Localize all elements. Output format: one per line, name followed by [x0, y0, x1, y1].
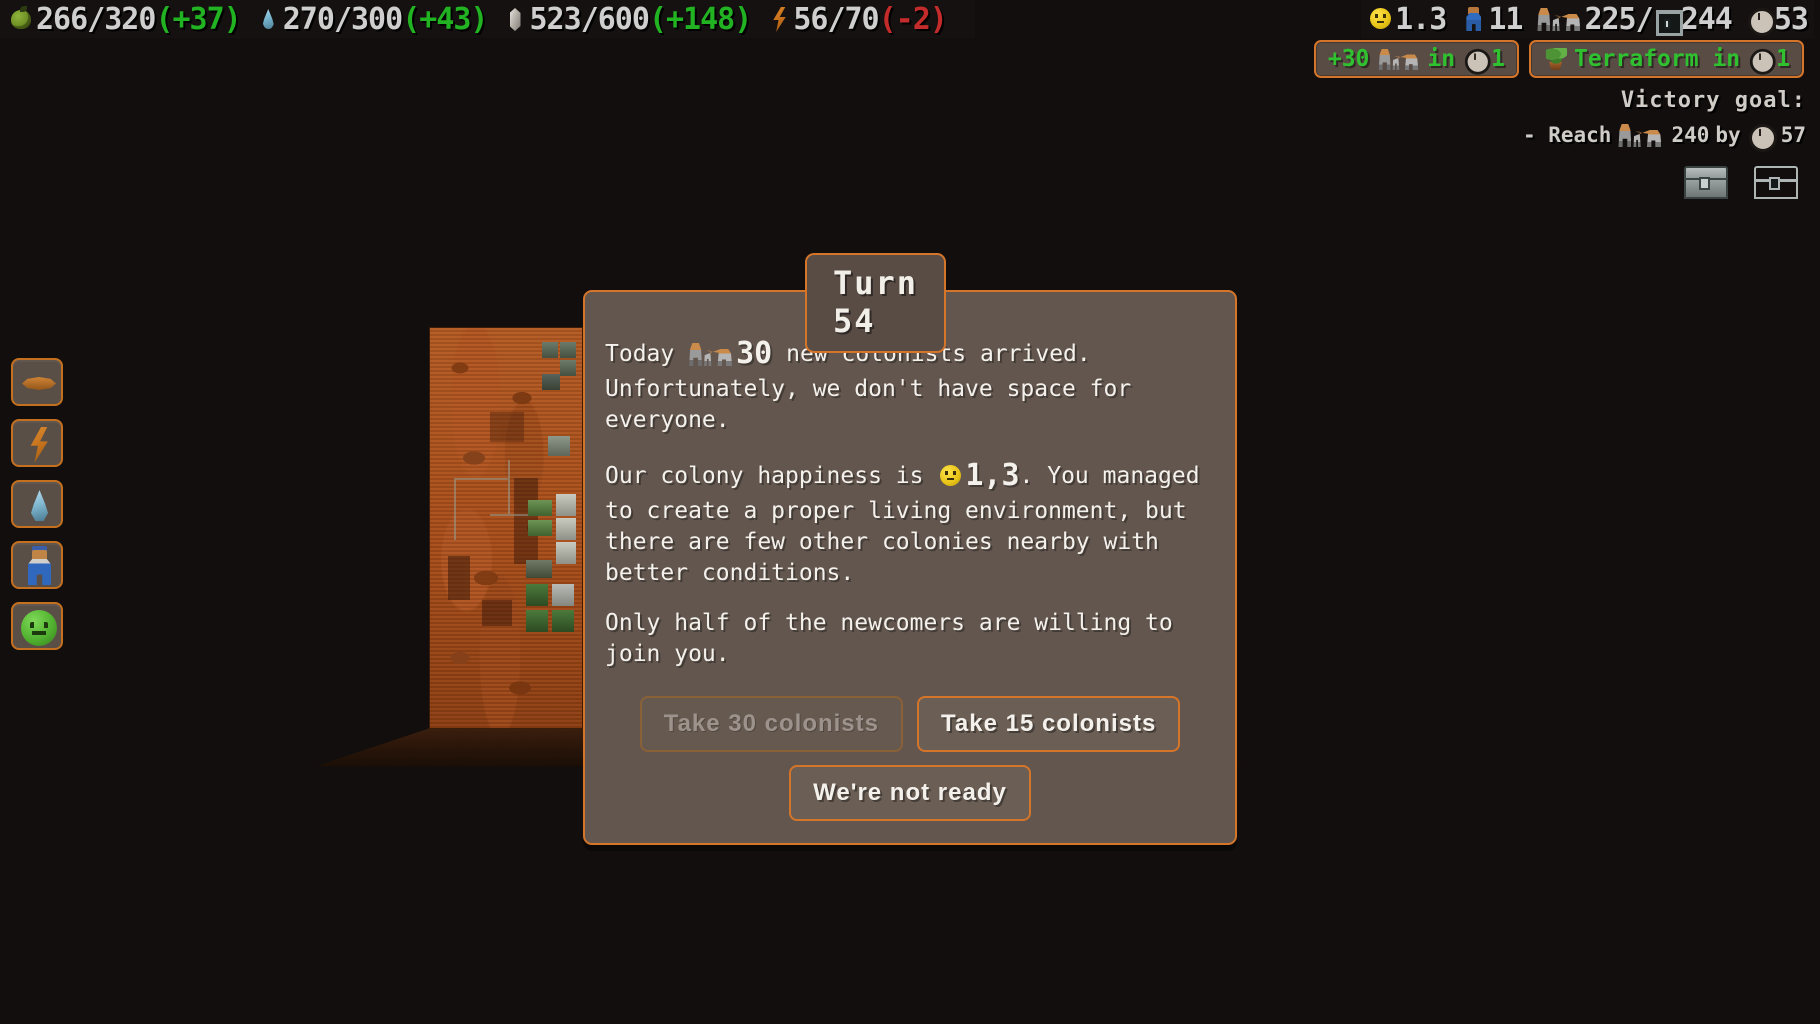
resource-food[interactable]: 266 / 320 (+37): [8, 1, 242, 37]
energy-icon: [13, 421, 61, 465]
dialog-primary-button-row: Take 30 colonists Take 15 colonists: [605, 696, 1215, 753]
clock-icon: [1748, 46, 1776, 75]
badge-terraform-label: Terraform in: [1573, 46, 1741, 72]
sidebar-item-ore[interactable]: [11, 358, 63, 406]
map-building-layer: [430, 328, 582, 728]
event-badge-row: +30 in 1 Terraform in 1: [1313, 40, 1804, 78]
dialog-paragraph-offer: Only half of the newcomers are willing t…: [605, 610, 1173, 668]
stat-turn[interactable]: 53: [1746, 1, 1809, 37]
water-max: 300: [351, 1, 403, 37]
badge-growth-middle: in: [1427, 46, 1456, 72]
storage-empty-icon[interactable]: [1752, 162, 1798, 199]
housing-icon: [1653, 5, 1683, 36]
take-15-colonists-button[interactable]: Take 15 colonists: [917, 696, 1181, 753]
food-current: 266: [36, 1, 88, 37]
badge-growth-turns: 1: [1491, 46, 1505, 72]
stat-happiness[interactable]: 1.3: [1367, 1, 1447, 37]
victory-goal-turn: 57: [1780, 123, 1806, 147]
victory-goal-line: - Reach 240 by 57: [1522, 121, 1806, 152]
turn-value: 53: [1773, 1, 1809, 37]
victory-goal-title: Victory goal:: [1620, 88, 1806, 113]
happiness-text-a: Our colony happiness is: [605, 462, 924, 489]
dialog-secondary-button-row: We're not ready: [605, 765, 1215, 822]
arrivals-text-b: new colonists arrived. Unfortunately, we…: [605, 341, 1132, 433]
not-ready-button[interactable]: We're not ready: [789, 765, 1031, 822]
resource-metal[interactable]: 523 / 600 (+148): [502, 1, 753, 37]
food-delta: (+37): [155, 1, 241, 37]
energy-separator: /: [827, 1, 845, 37]
population-icon: [1536, 5, 1582, 33]
colony-stats-bar: 1.3 11 225 / 244 53: [1361, 0, 1814, 38]
energy-delta: (-2): [878, 1, 948, 37]
population-icon: [1378, 46, 1420, 72]
energy-current: 56: [793, 1, 828, 37]
population-growth-badge[interactable]: +30 in 1: [1313, 40, 1519, 78]
sidebar-item-energy[interactable]: [11, 419, 63, 467]
water-current: 270: [282, 1, 335, 37]
happiness-icon: [937, 462, 963, 490]
terraform-badge[interactable]: Terraform in 1: [1528, 40, 1804, 78]
storage-indicator-row: [1682, 162, 1798, 199]
clock-icon: [1747, 121, 1777, 152]
ore-icon: [13, 360, 61, 404]
storage-full-icon[interactable]: [1682, 162, 1728, 199]
left-toolbar: [11, 358, 63, 650]
worker-value: 11: [1488, 1, 1523, 37]
metal-delta: (+148): [648, 1, 752, 37]
dialog-paragraph-happiness: Our colony happiness is 1,3. You managed…: [605, 456, 1215, 589]
dialog-title: Turn 54: [805, 253, 947, 353]
chest-latch-icon: [1699, 177, 1710, 190]
metal-current: 523: [529, 1, 582, 37]
take-30-colonists-button[interactable]: Take 30 colonists: [639, 696, 903, 753]
worker-icon: [13, 543, 61, 587]
game-screen: 266 / 320 (+37) 270 / 300 (+43) 523 / 60…: [0, 0, 1820, 1024]
victory-goal-by: by: [1715, 123, 1741, 147]
food-icon: [8, 5, 34, 33]
clock-icon: [1463, 46, 1491, 75]
food-max: 320: [104, 1, 156, 37]
metal-max: 600: [597, 1, 650, 37]
population-icon: [1617, 121, 1663, 149]
sidebar-item-water[interactable]: [11, 480, 63, 528]
happiness-reading: 1,3: [965, 457, 1020, 493]
chest-latch-icon: [1769, 177, 1780, 190]
resource-water[interactable]: 270 / 300 (+43): [255, 1, 489, 37]
arrivals-text-a: Today: [605, 341, 675, 367]
water-icon: [13, 482, 61, 526]
resource-energy[interactable]: 56 / 70 (-2): [765, 1, 948, 37]
sidebar-item-happiness[interactable]: [11, 602, 63, 650]
worker-icon: [1460, 5, 1486, 33]
energy-icon: [765, 5, 791, 33]
stat-workers[interactable]: 11: [1460, 1, 1523, 37]
population-value: 225: [1584, 1, 1636, 37]
victory-goal-amount: 240: [1671, 123, 1710, 147]
plant-icon: [1544, 46, 1568, 72]
badge-growth-prefix: +30: [1327, 46, 1370, 72]
metal-icon: [502, 5, 528, 33]
victory-goal-prefix: - Reach: [1522, 123, 1612, 147]
happiness-icon: [13, 604, 61, 648]
water-separator: /: [333, 1, 352, 37]
dialog-body: Today 30 new colonists arrived. Unfortun…: [583, 290, 1237, 846]
happiness-icon: [1367, 5, 1393, 33]
happiness-value: 1.3: [1395, 1, 1447, 37]
arrivals-count: 30: [736, 336, 773, 371]
water-icon: [255, 5, 281, 33]
badge-terraform-turns: 1: [1776, 46, 1790, 72]
housing-value: 244: [1680, 1, 1733, 37]
stat-population[interactable]: 225 / 244: [1536, 1, 1733, 37]
population-separator: /: [1635, 1, 1654, 37]
metal-separator: /: [580, 1, 599, 37]
victory-goal-panel: Victory goal: - Reach 240 by 57: [1522, 88, 1806, 152]
sidebar-item-workers[interactable]: [11, 541, 63, 589]
clock-icon: [1746, 5, 1776, 36]
water-delta: (+43): [402, 1, 488, 37]
food-separator: /: [87, 1, 105, 37]
colony-map[interactable]: [430, 328, 582, 728]
energy-max: 70: [844, 1, 880, 37]
population-icon: [688, 340, 734, 368]
resource-bar: 266 / 320 (+37) 270 / 300 (+43) 523 / 60…: [0, 0, 975, 38]
